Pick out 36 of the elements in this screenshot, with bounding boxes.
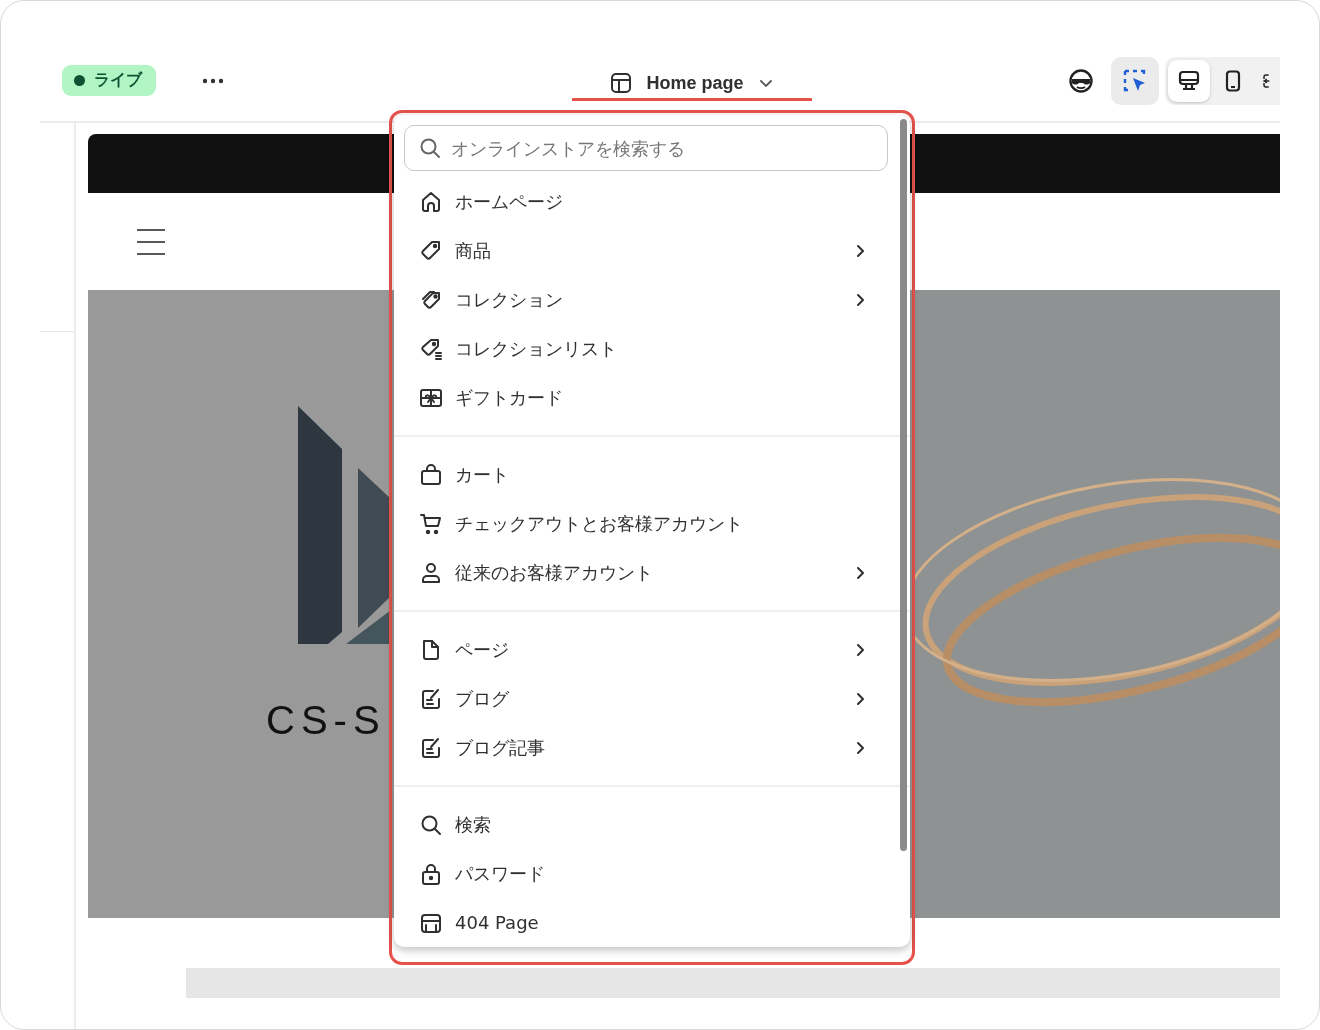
- menu-item[interactable]: 検索: [404, 800, 888, 849]
- menu-item[interactable]: 404 Page: [404, 898, 888, 947]
- more-icon: [202, 77, 224, 84]
- menu-item[interactable]: コレクション: [404, 275, 888, 324]
- product-icon: [419, 238, 443, 263]
- account-icon: [419, 560, 443, 585]
- blog-icon: [419, 686, 443, 711]
- inspector-button[interactable]: [1111, 56, 1159, 105]
- menu-item[interactable]: ホームページ: [404, 177, 888, 226]
- layout-icon: [610, 72, 633, 94]
- menu-item[interactable]: コレクションリスト: [404, 324, 888, 373]
- mask-face-icon: [1068, 67, 1094, 94]
- password-icon: [419, 861, 443, 886]
- desktop-icon: [1178, 69, 1200, 92]
- menu-item[interactable]: チェックアウトとお客様アカウント: [404, 499, 888, 548]
- home-icon: [419, 189, 443, 214]
- search-field[interactable]: オンラインストアを検索する: [404, 125, 888, 171]
- page-selector[interactable]: Home page: [600, 60, 784, 98]
- scrollbar[interactable]: [900, 119, 907, 851]
- menu-item[interactable]: カート: [404, 450, 888, 499]
- cart-icon: [419, 462, 443, 487]
- checkout-icon: [419, 511, 443, 536]
- logo-text: CS-S: [266, 698, 387, 743]
- menu-item[interactable]: 商品: [404, 226, 888, 275]
- menu-item[interactable]: ブログ: [404, 674, 888, 723]
- desktop-view-button[interactable]: [1168, 59, 1210, 102]
- menu-item[interactable]: ギフトカード: [404, 373, 888, 422]
- article-icon: [419, 735, 443, 760]
- menu-item[interactable]: ページ: [404, 625, 888, 674]
- menu-icon[interactable]: [136, 227, 166, 256]
- menu-item[interactable]: パスワード: [404, 849, 888, 898]
- menu-item[interactable]: ブログ記事: [404, 723, 888, 772]
- status-label: ライブ: [94, 70, 142, 91]
- menu-item[interactable]: 従来のお客様アカウント: [404, 548, 888, 597]
- collections-icon: [419, 336, 443, 361]
- selection-cursor-icon: [1122, 67, 1148, 94]
